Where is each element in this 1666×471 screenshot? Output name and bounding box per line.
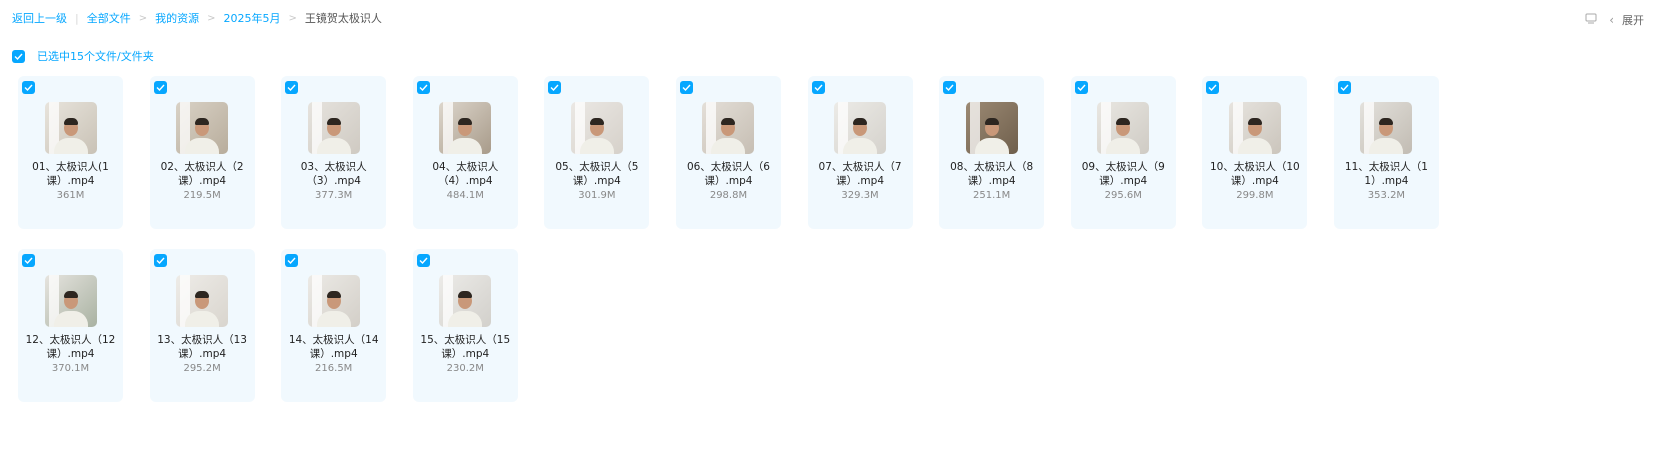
video-thumbnail[interactable] bbox=[44, 102, 97, 154]
file-size: 329.3M bbox=[841, 190, 879, 201]
file-checkbox[interactable] bbox=[1337, 81, 1351, 94]
file-card[interactable]: 01、太极识人(1课）.mp4 361M bbox=[18, 76, 123, 229]
video-thumbnail[interactable] bbox=[1097, 102, 1150, 154]
file-size: 295.6M bbox=[1104, 190, 1142, 201]
file-card[interactable]: 13、太极识人（13课）.mp4 295.2M bbox=[149, 249, 255, 402]
file-size: 377.3M bbox=[315, 190, 353, 201]
file-name: 08、太极识人（8课）.mp4 bbox=[950, 161, 1034, 187]
chevron-left-icon[interactable]: ‹ bbox=[1609, 13, 1614, 27]
file-name: 07、太极识人（7课）.mp4 bbox=[818, 161, 902, 187]
file-card[interactable]: 06、太极识人（6课）.mp4 298.8M bbox=[675, 76, 781, 229]
breadcrumb-all-files[interactable]: 全部文件 bbox=[87, 12, 131, 26]
file-name: 05、太极识人（5课）.mp4 bbox=[555, 161, 639, 187]
file-name: 14、太极识人（14课）.mp4 bbox=[288, 334, 379, 360]
file-name: 04、太极识人（4）.mp4 bbox=[432, 161, 499, 187]
video-thumbnail[interactable] bbox=[1228, 102, 1281, 154]
file-name: 03、太极识人（3）.mp4 bbox=[300, 161, 367, 187]
file-size: 251.1M bbox=[973, 190, 1011, 201]
breadcrumb: 返回上一级 | 全部文件 > 我的资源 > 2025年5月 > 王镜贺太极识人 bbox=[12, 12, 382, 26]
breadcrumb-my-resources[interactable]: 我的资源 bbox=[155, 12, 199, 26]
file-grid: 01、太极识人(1课）.mp4 361M 02、太极识人（2课）.mp4 219.5M… bbox=[18, 76, 1458, 402]
file-name: 11、太极识人（11）.mp4 bbox=[1344, 161, 1428, 187]
file-card[interactable]: 05、太极识人（5课）.mp4 301.9M bbox=[544, 76, 650, 229]
file-card[interactable]: 14、太极识人（14课）.mp4 216.5M bbox=[281, 249, 387, 402]
video-thumbnail[interactable] bbox=[570, 102, 623, 154]
video-thumbnail[interactable] bbox=[1360, 102, 1413, 154]
file-checkbox[interactable] bbox=[416, 81, 430, 94]
file-card[interactable]: 15、太极识人（15课）.mp4 230.2M bbox=[412, 249, 518, 402]
selection-bar: 已选中15个文件/文件夹 bbox=[12, 48, 154, 64]
file-checkbox[interactable] bbox=[416, 254, 430, 267]
breadcrumb-current: 王镜贺太极识人 bbox=[304, 12, 382, 25]
file-size: 361M bbox=[56, 190, 85, 201]
file-name: 09、太极识人（9课）.mp4 bbox=[1081, 161, 1165, 187]
file-checkbox[interactable] bbox=[1074, 81, 1088, 94]
breadcrumb-divider: | bbox=[75, 12, 79, 25]
file-size: 370.1M bbox=[51, 363, 90, 374]
file-size: 353.2M bbox=[1367, 190, 1406, 201]
expand-button[interactable]: 展开 bbox=[1622, 12, 1644, 28]
video-thumbnail[interactable] bbox=[702, 102, 755, 154]
file-size: 484.1M bbox=[446, 190, 484, 201]
video-thumbnail[interactable] bbox=[965, 102, 1018, 154]
video-thumbnail[interactable] bbox=[439, 102, 492, 154]
file-checkbox[interactable] bbox=[285, 254, 299, 267]
file-card[interactable]: 11、太极识人（11）.mp4 353.2M bbox=[1333, 76, 1439, 229]
select-all-checkbox[interactable] bbox=[12, 49, 25, 63]
file-checkbox[interactable] bbox=[22, 81, 35, 94]
file-size: 295.2M bbox=[183, 363, 221, 374]
chevron-right-icon: > bbox=[288, 13, 297, 24]
file-checkbox[interactable] bbox=[285, 81, 299, 94]
file-checkbox[interactable] bbox=[1206, 81, 1220, 94]
file-name: 06、太极识人（6课）.mp4 bbox=[686, 161, 770, 187]
file-size: 298.8M bbox=[709, 190, 748, 201]
selection-count-label: 已选中15个文件/文件夹 bbox=[37, 50, 154, 63]
top-bar: 返回上一级 | 全部文件 > 我的资源 > 2025年5月 > 王镜贺太极识人 … bbox=[0, 0, 1666, 38]
file-size: 216.5M bbox=[315, 363, 353, 374]
file-name: 01、太极识人(1课）.mp4 bbox=[32, 161, 109, 187]
file-checkbox[interactable] bbox=[811, 81, 825, 94]
monitor-icon[interactable] bbox=[1585, 13, 1597, 27]
file-card[interactable]: 12、太极识人（12课）.mp4 370.1M bbox=[18, 249, 123, 402]
file-card[interactable]: 02、太极识人（2课）.mp4 219.5M bbox=[149, 76, 255, 229]
video-thumbnail[interactable] bbox=[176, 275, 229, 327]
video-thumbnail[interactable] bbox=[307, 102, 360, 154]
back-link[interactable]: 返回上一级 bbox=[12, 12, 67, 26]
video-thumbnail[interactable] bbox=[307, 275, 360, 327]
file-name: 15、太极识人（15课）.mp4 bbox=[420, 334, 511, 360]
file-size: 219.5M bbox=[183, 190, 221, 201]
file-card[interactable]: 10、太极识人（10课）.mp4 299.8M bbox=[1202, 76, 1308, 229]
file-size: 230.2M bbox=[446, 363, 484, 374]
breadcrumb-month[interactable]: 2025年5月 bbox=[224, 12, 281, 26]
file-name: 12、太极识人（12课）.mp4 bbox=[25, 334, 116, 360]
top-right-controls: ‹ 展开 bbox=[1585, 12, 1644, 28]
file-card[interactable]: 09、太极识人（9课）.mp4 295.6M bbox=[1070, 76, 1176, 229]
file-checkbox[interactable] bbox=[22, 254, 35, 267]
file-size: 299.8M bbox=[1236, 190, 1274, 201]
file-card[interactable]: 08、太极识人（8课）.mp4 251.1M bbox=[939, 76, 1045, 229]
file-checkbox[interactable] bbox=[548, 81, 562, 94]
file-card[interactable]: 07、太极识人（7课）.mp4 329.3M bbox=[807, 76, 913, 229]
chevron-right-icon: > bbox=[138, 13, 148, 24]
file-checkbox[interactable] bbox=[679, 81, 693, 94]
file-card[interactable]: 04、太极识人（4）.mp4 484.1M bbox=[412, 76, 518, 229]
video-thumbnail[interactable] bbox=[439, 275, 492, 327]
file-card[interactable]: 03、太极识人（3）.mp4 377.3M bbox=[281, 76, 387, 229]
file-name: 13、太极识人（13课）.mp4 bbox=[157, 334, 247, 360]
file-checkbox[interactable] bbox=[153, 81, 167, 94]
file-name: 02、太极识人（2课）.mp4 bbox=[160, 161, 244, 187]
video-thumbnail[interactable] bbox=[176, 102, 229, 154]
chevron-right-icon: > bbox=[207, 13, 216, 24]
file-checkbox[interactable] bbox=[943, 81, 957, 94]
file-size: 301.9M bbox=[578, 190, 616, 201]
video-thumbnail[interactable] bbox=[44, 275, 97, 327]
file-checkbox[interactable] bbox=[153, 254, 167, 267]
file-name: 10、太极识人（10课）.mp4 bbox=[1209, 161, 1300, 187]
video-thumbnail[interactable] bbox=[834, 102, 887, 154]
